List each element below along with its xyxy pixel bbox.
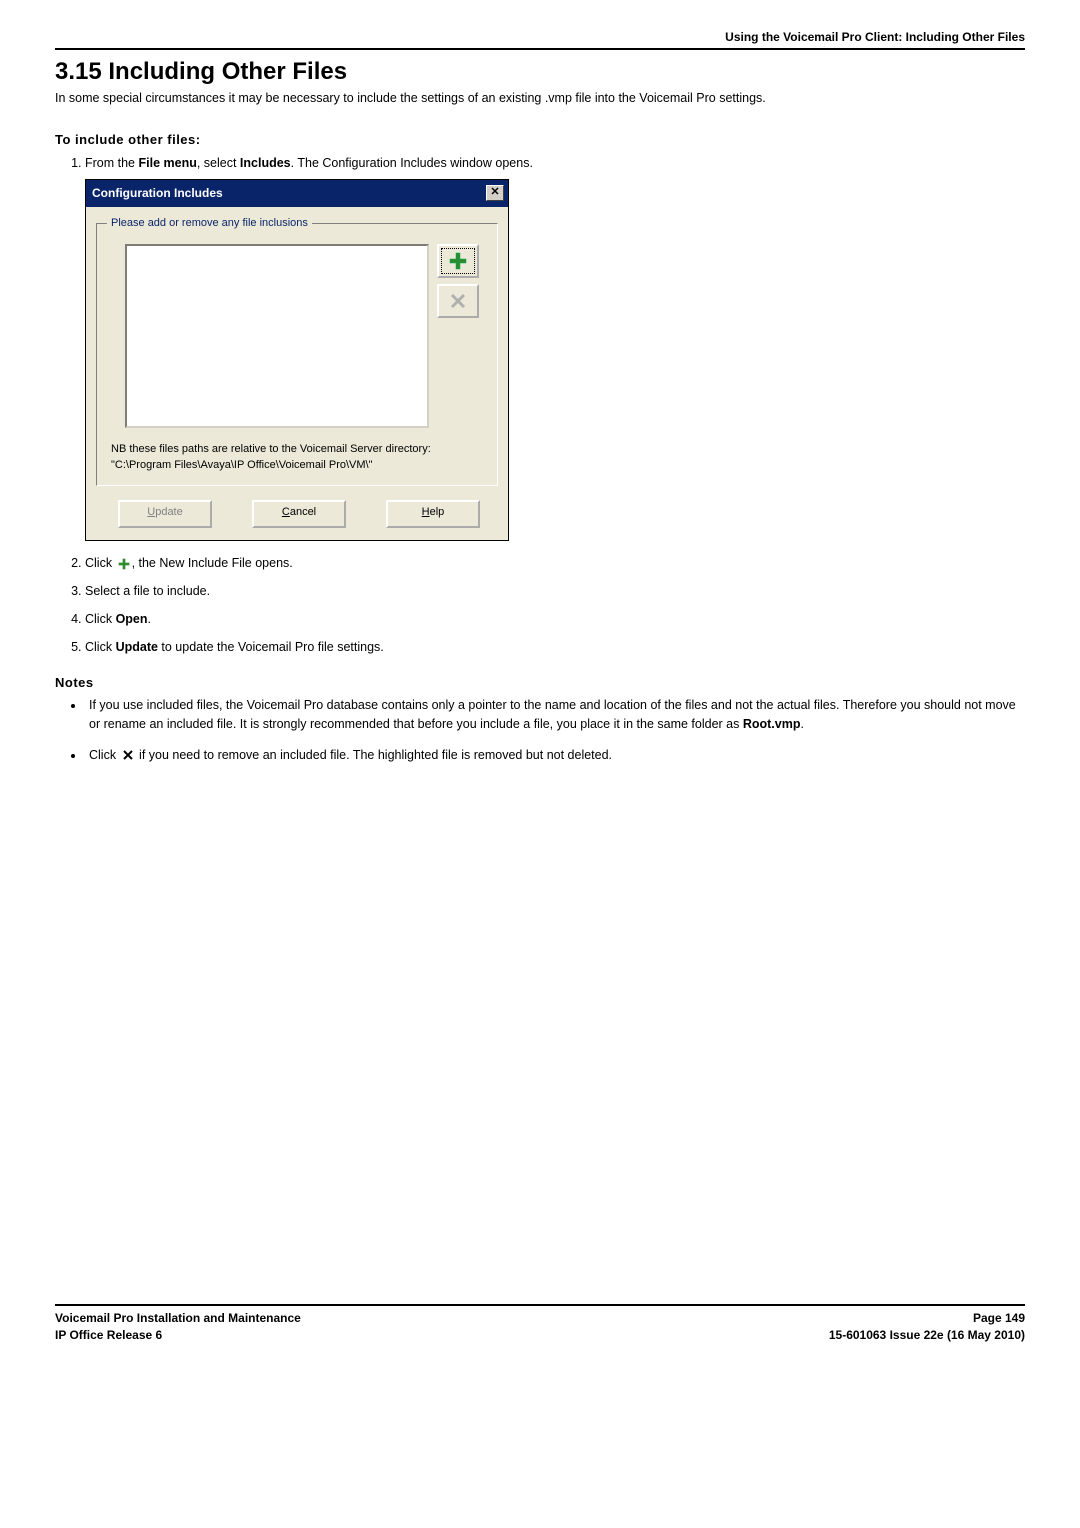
dialog-titlebar: Configuration Includes ✕ xyxy=(86,180,508,207)
config-includes-dialog: Configuration Includes ✕ Please add or r… xyxy=(85,179,509,542)
plus-icon xyxy=(118,558,130,570)
help-button[interactable]: Help xyxy=(386,500,480,528)
group-legend: Please add or remove any file inclusions xyxy=(107,215,312,233)
dialog-title-text: Configuration Includes xyxy=(92,184,223,203)
remove-include-button[interactable] xyxy=(437,284,479,318)
notes-list: If you use included files, the Voicemail… xyxy=(85,696,1025,764)
x-icon xyxy=(122,749,134,761)
add-include-button[interactable] xyxy=(437,244,479,278)
cancel-button[interactable]: Cancel xyxy=(252,500,346,528)
step-3: Select a file to include. xyxy=(85,581,1025,601)
note-1: If you use included files, the Voicemail… xyxy=(85,696,1025,734)
step-list: From the File menu, select Includes. The… xyxy=(85,153,1025,658)
nb-note: NB these files paths are relative to the… xyxy=(111,442,487,473)
inclusions-group: Please add or remove any file inclusions xyxy=(96,215,498,486)
file-inclusions-list[interactable] xyxy=(125,244,429,428)
plus-icon xyxy=(449,252,467,270)
update-button[interactable]: Update xyxy=(118,500,212,528)
footer-left: Voicemail Pro Installation and Maintenan… xyxy=(55,1310,301,1344)
header-crumb: Using the Voicemail Pro Client: Includin… xyxy=(55,30,1025,50)
section-title: 3.15 Including Other Files xyxy=(55,58,1025,86)
step-4: Click Open. xyxy=(85,609,1025,629)
to-include-heading: To include other files: xyxy=(55,132,1025,147)
step-1: From the File menu, select Includes. The… xyxy=(85,153,1025,542)
step-2: Click , the New Include File opens. xyxy=(85,553,1025,573)
intro-text: In some special circumstances it may be … xyxy=(55,90,1025,108)
x-icon xyxy=(449,292,467,310)
step-5: Click Update to update the Voicemail Pro… xyxy=(85,637,1025,657)
footer-right: Page 149 15-601063 Issue 22e (16 May 201… xyxy=(829,1310,1025,1344)
notes-heading: Notes xyxy=(55,675,1025,690)
note-2: Click if you need to remove an included … xyxy=(85,746,1025,765)
close-icon[interactable]: ✕ xyxy=(486,185,504,201)
page-footer: Voicemail Pro Installation and Maintenan… xyxy=(55,1304,1025,1344)
